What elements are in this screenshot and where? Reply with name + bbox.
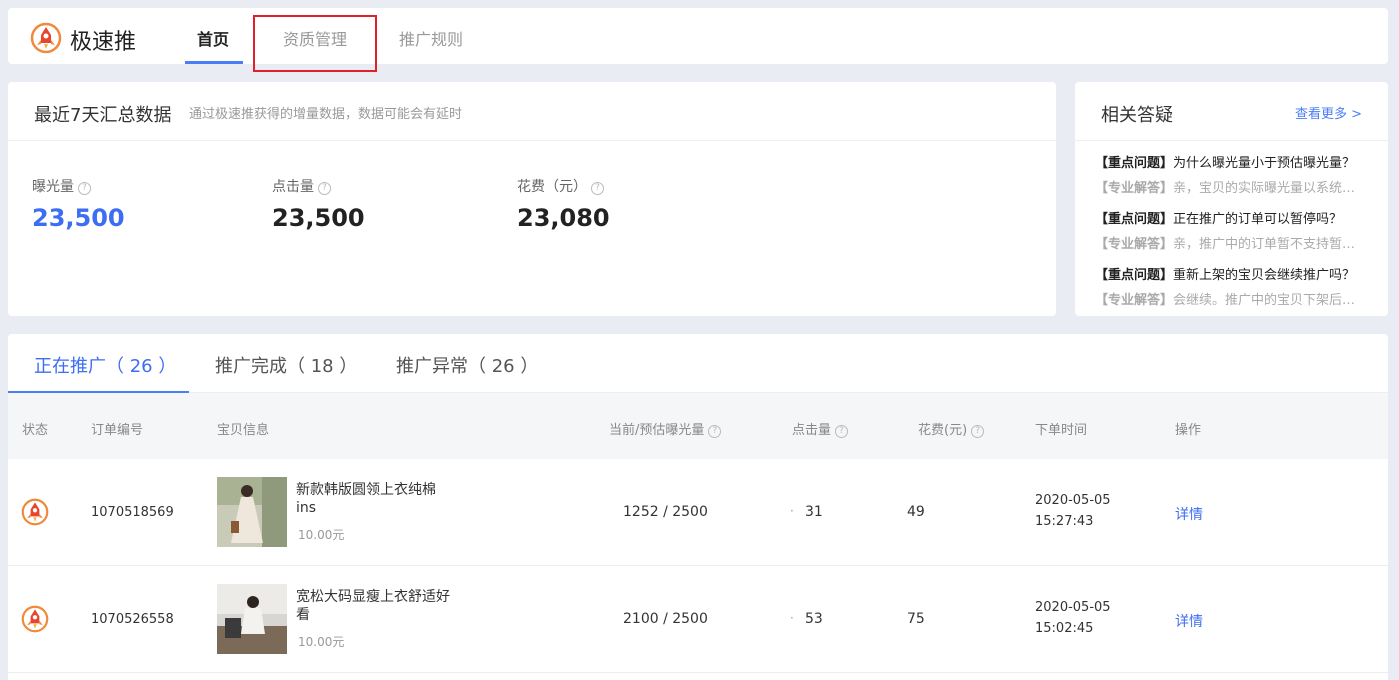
col-status: 状态 [22,423,49,438]
col-cost-label: 花费(元) [918,423,968,438]
clicks-value: 31 [805,504,823,520]
table-row: 1070526558 宽松大码显瘦上衣舒适好看 10.00元 2100 / 25… [8,566,1388,673]
faq-answer-tag: 【专业解答】 [1095,181,1174,196]
help-icon[interactable]: ? [318,182,331,195]
help-icon[interactable]: ? [591,182,604,195]
summary-subtitle: 通过极速推获得的增量数据，数据可能会有延时 [189,107,463,122]
faq-panel: 相关答疑 查看更多 > 【重点问题】为什么曝光量小于预估曝光量？ 【专业解答】亲… [1075,82,1388,316]
cost-value: 75 [907,611,925,627]
metric-label-text: 花费（元） [517,179,587,195]
bullet-dot: · [790,611,794,625]
help-icon[interactable]: ? [971,425,985,438]
faq-answer-tag: 【专业解答】 [1095,237,1174,252]
col-order-no: 订单编号 [91,423,144,438]
metric-clicks-value: 23,500 [272,204,365,232]
brand-name: 极速推 [70,30,137,55]
faq-question-text: 重新上架的宝贝会继续推广吗？ [1173,268,1356,283]
faq-answer: 【专业解答】亲，推广中的订单暂不支持暂… [1095,233,1365,252]
col-item-info: 宝贝信息 [217,423,270,438]
faq-question-tag: 【重点问题】 [1095,156,1174,171]
cost-value: 49 [907,504,925,520]
bullet-dot: · [790,504,794,518]
product-name[interactable]: 新款韩版圆领上衣纯棉ins [296,481,456,517]
exposure-value: 2100 / 2500 [623,611,708,627]
divider [1075,140,1388,141]
status-logo-icon [21,605,49,633]
product-thumbnail[interactable] [217,477,287,547]
metric-cost-label: 花费（元）? [517,176,604,196]
metric-label-text: 点击量 [272,179,314,195]
order-number: 1070526558 [91,612,174,627]
col-order-time: 下单时间 [1035,423,1088,438]
promotion-table-panel: 正在推广（ 26 ） 推广完成（ 18 ） 推广异常（ 26 ） 状态 订单编号… [8,334,1388,680]
faq-question-text: 正在推广的订单可以暂停吗？ [1173,212,1343,227]
product-name[interactable]: 宽松大码显瘦上衣舒适好看 [296,588,456,624]
product-price: 10.00元 [298,528,345,542]
faq-answer-tag: 【专业解答】 [1095,293,1174,308]
col-action: 操作 [1175,423,1202,438]
faq-answer-text: 亲，宝贝的实际曝光量以系统… [1173,181,1356,196]
help-icon[interactable]: ? [708,425,722,438]
faq-more-link[interactable]: 查看更多 > [1295,103,1362,122]
faq-item[interactable]: 【重点问题】正在推广的订单可以暂停吗？ 【专业解答】亲，推广中的订单暂不支持暂… [1095,208,1365,252]
highlight-box [253,15,377,72]
top-nav: 极速推 首页 资质管理 推广规则 [8,8,1388,64]
faq-question-text: 为什么曝光量小于预估曝光量？ [1173,156,1356,171]
faq-title: 相关答疑 [1101,105,1173,126]
order-time: 15:02:45 [1035,621,1094,636]
order-date: 2020-05-05 [1035,600,1111,615]
help-icon[interactable]: ? [835,425,849,438]
status-logo-icon [21,498,49,526]
tab-abnormal[interactable]: 推广异常（ 26 ） [396,352,538,378]
tab-completed[interactable]: 推广完成（ 18 ） [215,352,357,378]
exposure-value: 1252 / 2500 [623,504,708,520]
brand-logo-icon [30,22,62,54]
faq-question: 【重点问题】正在推广的订单可以暂停吗？ [1095,208,1365,227]
clicks-value: 53 [805,611,823,627]
nav-tab-home[interactable]: 首页 [197,26,229,50]
faq-item[interactable]: 【重点问题】重新上架的宝贝会继续推广吗？ 【专业解答】会继续。推广中的宝贝下架后… [1095,264,1365,308]
col-exposure: 当前/预估曝光量? [609,419,722,438]
tab-promoting[interactable]: 正在推广（ 26 ） [34,352,176,378]
order-date: 2020-05-05 [1035,493,1111,508]
faq-question-tag: 【重点问题】 [1095,212,1174,227]
detail-link[interactable]: 详情 [1175,611,1203,631]
product-price: 10.00元 [298,635,345,649]
product-thumbnail[interactable] [217,584,287,654]
detail-link[interactable]: 详情 [1175,504,1203,524]
table-header: 状态 订单编号 宝贝信息 当前/预估曝光量? 点击量? 花费(元)? 下单时间 … [8,393,1388,459]
metric-label-text: 曝光量 [32,179,74,195]
order-number: 1070518569 [91,505,174,520]
faq-answer: 【专业解答】亲，宝贝的实际曝光量以系统… [1095,177,1365,196]
faq-question-tag: 【重点问题】 [1095,268,1174,283]
summary-title: 最近7天汇总数据 [34,105,172,126]
col-exposure-label: 当前/预估曝光量 [609,423,705,438]
faq-question: 【重点问题】重新上架的宝贝会继续推广吗？ [1095,264,1365,283]
faq-answer: 【专业解答】会继续。推广中的宝贝下架后… [1095,289,1365,308]
faq-answer-text: 亲，推广中的订单暂不支持暂… [1173,237,1356,252]
faq-answer-text: 会继续。推广中的宝贝下架后… [1173,293,1356,308]
table-row: 1070518569 新款韩版圆领上衣纯棉ins 10.00元 1252 / 2… [8,459,1388,566]
faq-question: 【重点问题】为什么曝光量小于预估曝光量？ [1095,152,1365,171]
order-time: 15:27:43 [1035,514,1094,529]
nav-tab-rules[interactable]: 推广规则 [399,26,463,50]
col-clicks-label: 点击量 [792,423,832,438]
metric-clicks-label: 点击量? [272,176,331,196]
help-icon[interactable]: ? [78,182,91,195]
metric-cost-value: 23,080 [517,204,610,232]
metric-exposure-label: 曝光量? [32,176,91,196]
col-cost: 花费(元)? [918,419,985,438]
col-clicks: 点击量? [792,419,849,438]
divider [8,140,1056,141]
metric-exposure-value: 23,500 [32,204,125,232]
summary-panel: 最近7天汇总数据 通过极速推获得的增量数据，数据可能会有延时 曝光量? 23,5… [8,82,1056,316]
active-tab-indicator [185,61,243,64]
faq-item[interactable]: 【重点问题】为什么曝光量小于预估曝光量？ 【专业解答】亲，宝贝的实际曝光量以系统… [1095,152,1365,196]
